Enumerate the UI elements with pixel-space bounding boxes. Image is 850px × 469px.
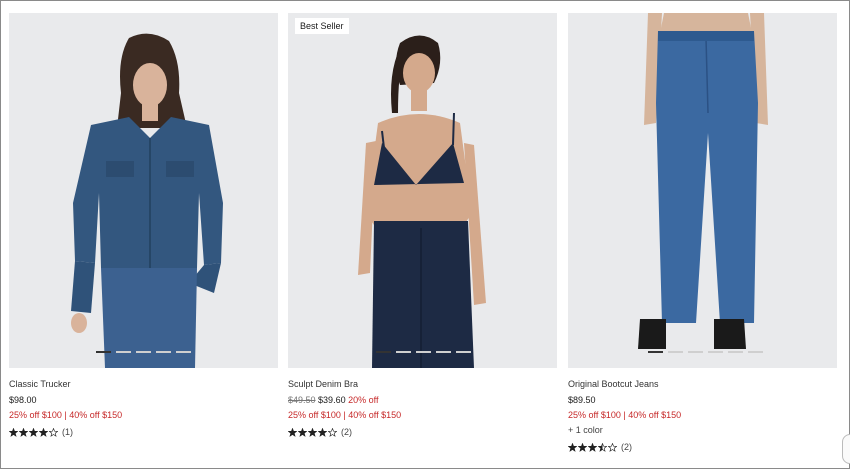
promo-text: 25% off $100 | 40% off $150 (288, 410, 402, 420)
star-full-icon (578, 442, 587, 452)
carousel-dot[interactable] (376, 351, 391, 353)
carousel-dot[interactable] (176, 351, 191, 353)
carousel-dot[interactable] (96, 351, 111, 353)
star-empty-icon (49, 427, 58, 437)
carousel-dot[interactable] (688, 351, 703, 353)
carousel-dot[interactable] (456, 351, 471, 353)
product-price: $89.50 (568, 395, 596, 405)
star-full-icon (19, 427, 28, 437)
promo-text: 25% off $100 | 40% off $150 (568, 410, 682, 420)
image-carousel-dots[interactable] (648, 351, 763, 353)
product-name[interactable]: Sculpt Denim Bra (288, 379, 557, 390)
product-photo-denim-jacket (71, 33, 223, 368)
star-full-icon (39, 427, 48, 437)
carousel-dot[interactable] (668, 351, 683, 353)
star-full-icon (298, 427, 307, 437)
star-full-icon (588, 442, 597, 452)
product-image[interactable] (9, 13, 278, 368)
product-card-classic-trucker[interactable]: Classic Trucker $98.00 25% off $100 | 40… (9, 13, 278, 437)
carousel-dot[interactable] (416, 351, 431, 353)
carousel-dot[interactable] (748, 351, 763, 353)
carousel-dot[interactable] (728, 351, 743, 353)
sale-price: $39.60 (318, 395, 346, 405)
star-half-icon (598, 442, 607, 452)
rating-stars (288, 427, 337, 437)
rating-stars (568, 442, 617, 452)
rating[interactable]: (1) (9, 427, 278, 437)
product-name[interactable]: Classic Trucker (9, 379, 278, 390)
rating-count: (2) (621, 442, 632, 452)
carousel-dot[interactable] (136, 351, 151, 353)
best-seller-badge: Best Seller (295, 18, 349, 34)
carousel-dot[interactable] (708, 351, 723, 353)
rating-count: (1) (62, 427, 73, 437)
promo-text: 25% off $100 | 40% off $150 (9, 410, 123, 420)
discount-text: 20% off (348, 395, 379, 405)
star-empty-icon (328, 427, 337, 437)
rating[interactable]: (2) (288, 427, 557, 437)
star-full-icon (29, 427, 38, 437)
original-price: $49.50 (288, 395, 316, 405)
product-image[interactable]: Best Seller (288, 13, 557, 368)
carousel-dot[interactable] (156, 351, 171, 353)
carousel-dot[interactable] (116, 351, 131, 353)
product-photo-bootcut-jeans (638, 13, 768, 349)
carousel-dot[interactable] (396, 351, 411, 353)
scroll-indicator[interactable] (842, 434, 850, 464)
product-price: $98.00 (9, 395, 37, 405)
image-carousel-dots[interactable] (376, 351, 471, 353)
product-photo-denim-bra (358, 35, 486, 368)
rating[interactable]: (2) (568, 442, 837, 452)
carousel-dot[interactable] (648, 351, 663, 353)
star-full-icon (318, 427, 327, 437)
more-colors-link[interactable]: + 1 color (568, 425, 837, 436)
rating-stars (9, 427, 58, 437)
star-full-icon (9, 427, 18, 437)
product-card-original-bootcut-jeans[interactable]: Original Bootcut Jeans $89.50 25% off $1… (568, 13, 837, 452)
carousel-dot[interactable] (436, 351, 451, 353)
product-card-sculpt-denim-bra[interactable]: Best Seller Sculpt Denim Bra $49.50 $39.… (288, 13, 557, 437)
star-empty-icon (608, 442, 617, 452)
star-full-icon (288, 427, 297, 437)
product-name[interactable]: Original Bootcut Jeans (568, 379, 837, 390)
product-price: $49.50 $39.60 20% off (288, 395, 557, 406)
star-full-icon (568, 442, 577, 452)
rating-count: (2) (341, 427, 352, 437)
star-full-icon (308, 427, 317, 437)
product-image[interactable] (568, 13, 837, 368)
image-carousel-dots[interactable] (96, 351, 191, 353)
